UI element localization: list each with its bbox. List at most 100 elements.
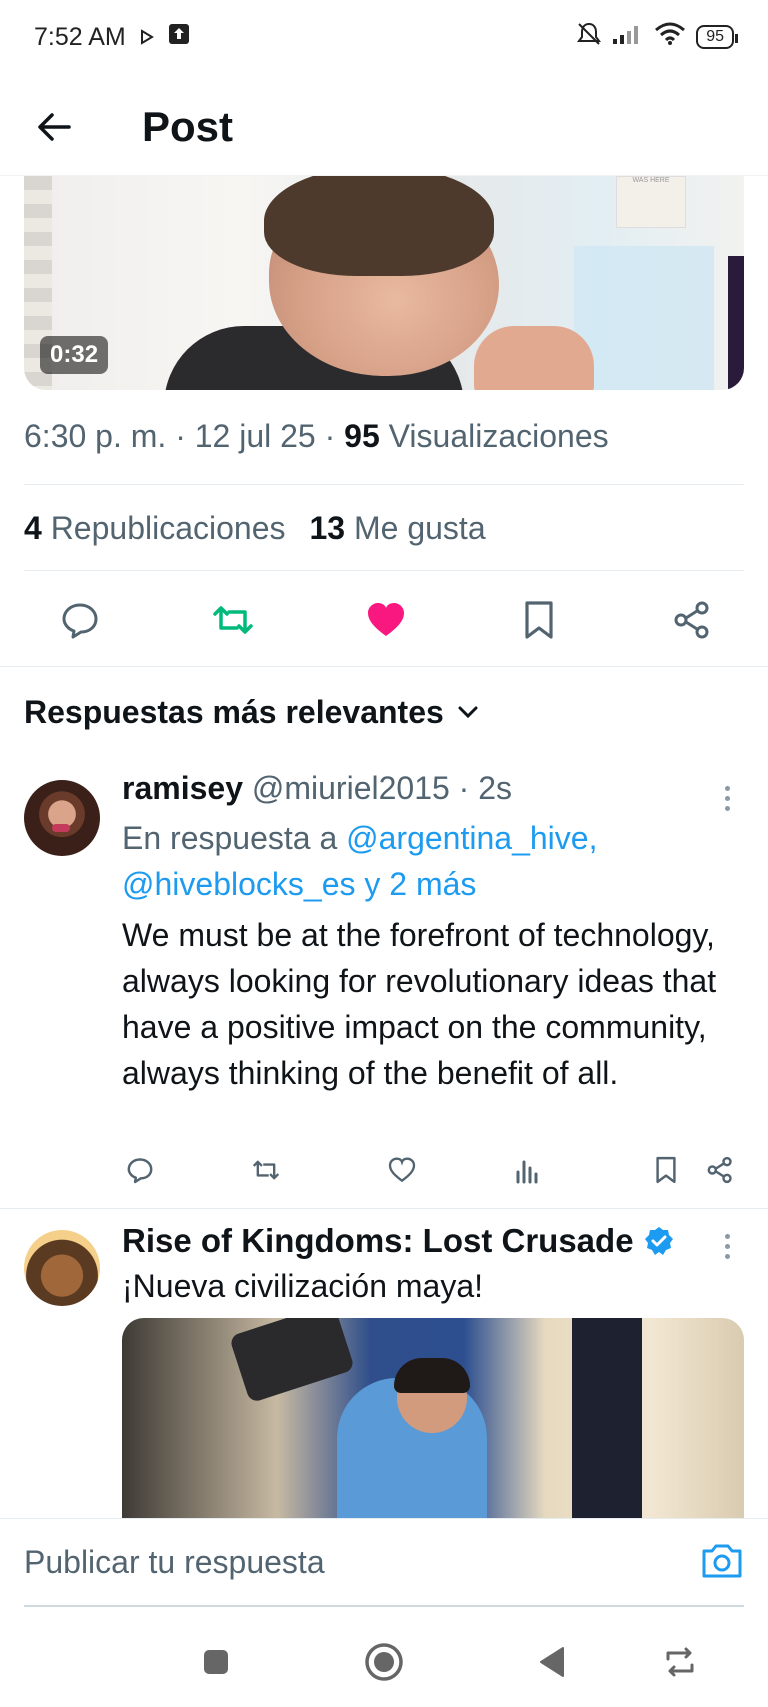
divider — [0, 1208, 768, 1209]
views-count: 95 — [344, 418, 380, 454]
dot — [724, 1233, 730, 1239]
status-left: 7:52 AM — [34, 23, 190, 52]
video-duration-badge: 0:32 — [40, 336, 109, 374]
input-underline — [24, 1605, 744, 1607]
dot — [724, 805, 730, 811]
reply-repost-button[interactable] — [248, 1152, 284, 1188]
reply-views-button[interactable] — [510, 1152, 546, 1188]
post-action-bar — [24, 590, 744, 650]
reply-author-handle[interactable]: @miuriel2015 — [252, 770, 450, 806]
share-icon — [707, 1156, 732, 1184]
reply-to-prefix: En respuesta a — [122, 820, 338, 856]
camera-button[interactable] — [700, 1541, 744, 1585]
reply-separator: · — [449, 770, 479, 806]
upload-notification-icon — [168, 23, 190, 52]
post-timestamp-views: 6:30 p. m. · 12 jul 25 · 95 Visualizacio… — [24, 418, 609, 454]
recent-apps-button[interactable] — [194, 1640, 238, 1684]
bookmark-button[interactable] — [515, 596, 563, 644]
reply-composer — [0, 1518, 768, 1607]
system-back-button[interactable] — [530, 1640, 574, 1684]
video-subject-hair — [264, 176, 494, 276]
comment-icon — [127, 1158, 153, 1184]
reply-like-button[interactable] — [384, 1152, 420, 1188]
divider — [24, 484, 744, 485]
heart-icon — [388, 1157, 416, 1183]
share-button[interactable] — [668, 596, 716, 644]
reply-action-bar — [122, 1152, 742, 1192]
dot — [724, 795, 730, 801]
mention-link[interactable]: @hiveblocks_es y 2 más — [122, 866, 476, 902]
home-button[interactable] — [362, 1640, 406, 1684]
ad-author-name: Rise of Kingdoms: Lost Crusade — [122, 1222, 634, 1259]
likes-stat[interactable]: 13 Me gusta — [310, 510, 486, 547]
mute-icon — [576, 21, 602, 54]
dot — [724, 1253, 730, 1259]
bookmark-icon — [525, 601, 553, 639]
reply-age: 2s — [478, 770, 513, 806]
rotate-screen-button[interactable] — [658, 1640, 702, 1684]
post-time: 6:30 p. m. — [24, 418, 167, 454]
likes-label: Me gusta — [353, 510, 486, 546]
reposts-stat[interactable]: 4 Republicaciones — [24, 510, 286, 547]
reply-body: We must be at the forefront of technolog… — [122, 917, 717, 1091]
square-icon — [204, 1650, 228, 1674]
reposts-label: Republicaciones — [50, 510, 286, 546]
ad-author[interactable]: Rise of Kingdoms: Lost Crusade — [122, 1222, 674, 1260]
repost-icon — [213, 606, 253, 634]
ad-more-button[interactable] — [712, 1226, 742, 1266]
avatar[interactable] — [24, 780, 100, 856]
wifi-icon — [654, 22, 686, 53]
page-title: Post — [142, 102, 234, 150]
circle-icon — [365, 1643, 403, 1681]
chevron-down-icon — [458, 706, 478, 718]
comment-icon — [62, 603, 98, 639]
system-navigation-bar — [0, 1612, 768, 1707]
reply-input[interactable] — [24, 1519, 664, 1605]
replies-sort-dropdown[interactable]: Respuestas más relevantes — [24, 694, 478, 731]
arrow-left-icon — [38, 112, 71, 141]
ad-text: ¡Nueva civilización maya! — [122, 1268, 484, 1304]
ad-media-suitcase — [228, 1318, 356, 1404]
repost-icon — [252, 1160, 280, 1180]
reply-button[interactable] — [56, 596, 104, 644]
status-right: 95 — [576, 21, 738, 54]
section-divider — [0, 666, 768, 667]
bookmark-icon — [656, 1156, 676, 1184]
play-icon — [140, 23, 154, 52]
likes-count: 13 — [309, 510, 346, 546]
views-label: Visualizaciones — [388, 418, 609, 454]
verified-badge-icon — [644, 1227, 673, 1255]
reply-context: En respuesta a @argentina_hive, @hiveblo… — [122, 815, 742, 907]
reply-bookmark-button[interactable] — [648, 1152, 684, 1188]
back-button[interactable] — [26, 99, 82, 155]
ad-media[interactable] — [122, 1318, 744, 1518]
video-subject-hands — [474, 326, 594, 390]
mention-link[interactable]: @argentina_hive, — [346, 820, 597, 856]
signal-icon — [612, 23, 644, 52]
repost-button[interactable] — [209, 596, 257, 644]
bar-chart-icon — [516, 1160, 538, 1184]
ad-media-hair — [394, 1358, 470, 1393]
dot — [724, 1243, 730, 1249]
dot — [724, 785, 730, 791]
reply-more-button[interactable] — [712, 778, 742, 818]
share-icon — [674, 601, 709, 639]
avatar[interactable] — [24, 1230, 100, 1306]
ad-media-curtain — [572, 1318, 642, 1518]
post-stats: 4 Republicaciones 13 Me gusta — [24, 510, 486, 547]
reply-comment-button[interactable] — [122, 1152, 158, 1188]
video-background-poster: WAS HERE — [616, 176, 686, 228]
rotate-icon — [666, 1647, 694, 1677]
top-app-bar: Post — [0, 78, 768, 176]
camera-icon — [702, 1544, 742, 1578]
reply-share-button[interactable] — [702, 1152, 738, 1188]
status-bar: 7:52 AM 95 — [0, 0, 768, 74]
triangle-back-icon — [540, 1647, 564, 1677]
battery-indicator: 95 — [696, 25, 738, 49]
status-time: 7:52 AM — [34, 22, 126, 51]
reply-author-name[interactable]: ramisey — [122, 770, 243, 806]
sort-label: Respuestas más relevantes — [24, 694, 444, 730]
like-button[interactable] — [362, 596, 410, 644]
reply-header: ramisey @miuriel2015 · 2s — [122, 770, 512, 807]
post-video[interactable]: WAS HERE 0:32 — [24, 176, 744, 390]
